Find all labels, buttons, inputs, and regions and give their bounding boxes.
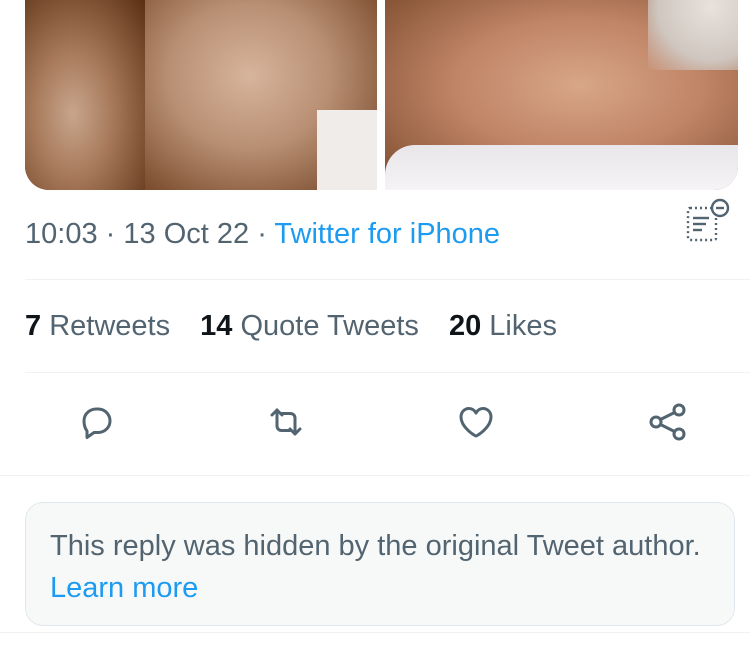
tweet-photo-1[interactable] bbox=[25, 0, 377, 190]
likes-stat[interactable]: 20 Likes bbox=[449, 310, 557, 343]
retweet-icon bbox=[270, 408, 302, 436]
divider bbox=[25, 279, 750, 280]
quote-tweets-label: Quote Tweets bbox=[240, 310, 419, 342]
likes-label: Likes bbox=[489, 310, 557, 342]
tweet-meta: 10:03 · 13 Oct 22 · Twitter for iPhone bbox=[25, 218, 500, 251]
like-button[interactable] bbox=[454, 400, 498, 444]
analytics-icon[interactable] bbox=[684, 198, 734, 246]
hidden-reply-notice: This reply was hidden by the original Tw… bbox=[25, 502, 735, 626]
retweets-label: Retweets bbox=[49, 310, 171, 342]
retweets-count: 7 bbox=[25, 310, 42, 342]
tweet-date: 13 Oct 22 bbox=[123, 218, 250, 250]
hidden-reply-text: This reply was hidden by the original Tw… bbox=[50, 530, 701, 562]
divider bbox=[0, 475, 750, 476]
retweets-stat[interactable]: 7 Retweets bbox=[25, 310, 170, 343]
tweet-photo-2[interactable] bbox=[385, 0, 738, 190]
learn-more-link[interactable]: Learn more bbox=[50, 572, 198, 604]
divider bbox=[25, 372, 750, 373]
quote-tweets-count: 14 bbox=[200, 310, 233, 342]
tweet-stats: 7 Retweets 14 Quote Tweets 20 Likes bbox=[25, 310, 579, 343]
photo-collar bbox=[385, 145, 738, 190]
retweet-button[interactable] bbox=[264, 400, 308, 444]
tweet-source-link[interactable]: Twitter for iPhone bbox=[274, 218, 500, 250]
quote-tweets-stat[interactable]: 14 Quote Tweets bbox=[200, 310, 419, 343]
photo-sleeve bbox=[317, 110, 377, 190]
share-button[interactable] bbox=[646, 400, 690, 444]
like-icon bbox=[459, 407, 493, 438]
likes-count: 20 bbox=[448, 310, 482, 342]
share-icon bbox=[649, 403, 686, 441]
reply-button[interactable] bbox=[74, 400, 118, 444]
tweet-time: 10:03 bbox=[25, 218, 98, 250]
tweet-actions bbox=[0, 400, 750, 450]
reply-icon bbox=[82, 407, 112, 439]
meta-separator: · bbox=[105, 218, 116, 250]
divider bbox=[0, 632, 750, 633]
tweet-media[interactable] bbox=[25, 0, 738, 190]
meta-separator-2: · bbox=[257, 218, 267, 250]
photo-hands-left bbox=[25, 0, 145, 190]
photo-hair bbox=[648, 0, 738, 70]
